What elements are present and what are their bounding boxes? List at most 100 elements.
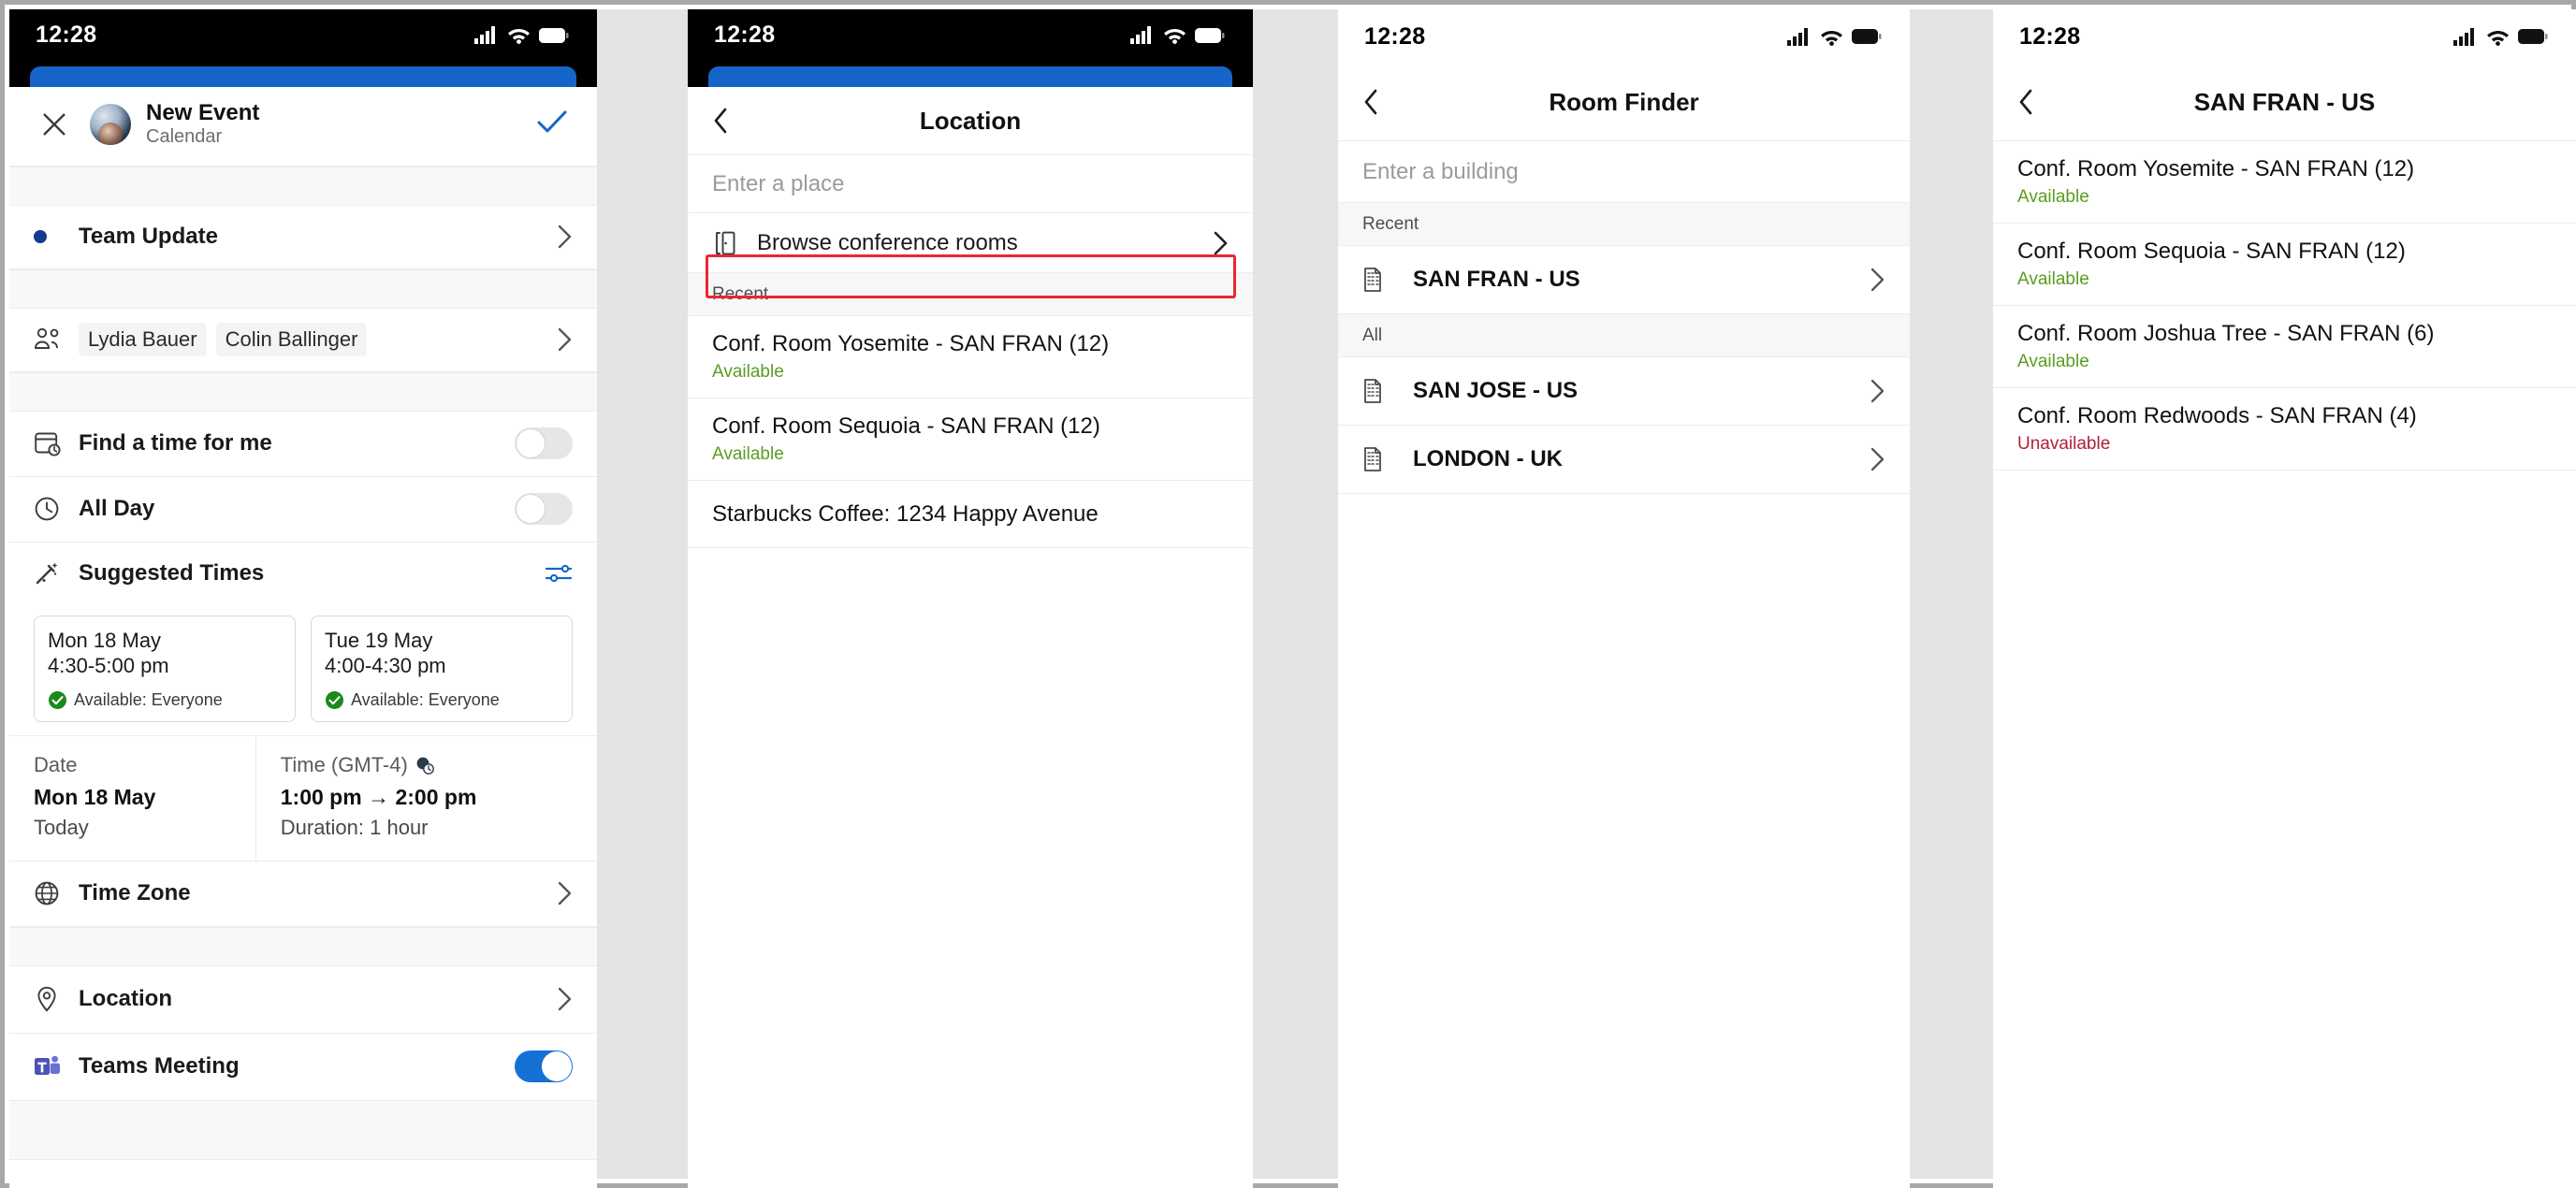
chevron-right-icon[interactable] — [1861, 268, 1885, 292]
panel3-bottom-white — [1338, 494, 1910, 1188]
building-name: SAN FRAN - US — [1413, 267, 1580, 292]
location-pin-icon — [34, 985, 79, 1013]
status-bar-icons — [474, 26, 569, 44]
chevron-right-icon[interactable] — [1861, 447, 1885, 471]
back-button[interactable] — [688, 107, 753, 135]
battery-icon — [539, 27, 569, 43]
time-label-wrap: Time (GMT-4) — [281, 753, 576, 777]
panel2-bottom-white — [688, 548, 1253, 1188]
san-fran-navbar: SAN FRAN - US — [1993, 64, 2576, 141]
time-zone-row[interactable]: Time Zone — [9, 861, 597, 927]
suggested-time-card[interactable]: Mon 18 May 4:30-5:00 pm Available: Every… — [34, 615, 296, 722]
building-search-placeholder: Enter a building — [1362, 158, 1519, 184]
chevron-right-icon[interactable] — [1861, 379, 1885, 403]
battery-icon — [1195, 27, 1225, 43]
checkmark-icon — [537, 110, 567, 133]
panel1-bottom-filler — [9, 1100, 597, 1160]
suggested-time-card[interactable]: Tue 19 May 4:00-4:30 pm Available: Every… — [311, 615, 573, 722]
panel-san-fran-rooms: 12:28 SAN FRAN - US Conf. Room Yosemite … — [1993, 9, 2576, 1188]
page-title: SAN FRAN - US — [2193, 87, 2376, 116]
date-time-section: Date Mon 18 May Today Time (GMT-4) 1:00 … — [9, 734, 597, 862]
conference-room-icon — [712, 230, 757, 256]
page-title: New Event — [146, 100, 260, 125]
status-bar-panel1: 12:28 — [9, 9, 597, 61]
location-row[interactable]: Location — [9, 965, 597, 1034]
chevron-right-icon[interactable] — [548, 327, 573, 352]
all-section-label: All — [1338, 314, 1910, 357]
browse-conference-rooms-row[interactable]: Browse conference rooms — [688, 213, 1253, 273]
panel-new-event: 12:28 New Event Calendar Team Update Lyd… — [9, 9, 597, 1188]
building-row-san-fran[interactable]: SAN FRAN - US — [1338, 246, 1910, 314]
status-bar-clock: 12:28 — [36, 22, 97, 48]
chevron-right-icon[interactable] — [548, 987, 573, 1011]
building-row-san-jose[interactable]: SAN JOSE - US — [1338, 357, 1910, 426]
page-title: Location — [919, 106, 1022, 135]
attendee-list: Lydia Bauer Colin Ballinger — [79, 323, 548, 357]
room-status: Unavailable — [2017, 434, 2111, 454]
chevron-right-icon[interactable] — [1204, 231, 1229, 255]
place-name: Starbucks Coffee: 1234 Happy Avenue — [712, 500, 1099, 527]
building-row-london[interactable]: LONDON - UK — [1338, 426, 1910, 494]
all-day-toggle[interactable] — [515, 493, 573, 526]
calendar-clock-icon — [34, 429, 79, 457]
place-search-input[interactable]: Enter a place — [688, 155, 1253, 213]
panel1-bottom-white — [9, 1159, 597, 1188]
list-item[interactable]: Starbucks Coffee: 1234 Happy Avenue — [688, 481, 1253, 548]
clock-icon — [34, 495, 79, 523]
find-a-time-toggle[interactable] — [515, 427, 573, 460]
cellular-signal-icon — [1787, 27, 1808, 46]
time-value: 1:00 pm → 2:00 pm — [281, 785, 576, 810]
teams-meeting-row[interactable]: Teams Meeting — [9, 1033, 597, 1101]
status-bar-panel3: 12:28 — [1338, 9, 1910, 64]
building-name: SAN JOSE - US — [1413, 378, 1579, 403]
browse-conference-rooms-label: Browse conference rooms — [757, 229, 1018, 255]
chevron-right-icon[interactable] — [548, 225, 573, 249]
panel-gap-3 — [1910, 9, 1993, 1179]
new-event-header-text: New Event Calendar — [146, 100, 259, 149]
back-button[interactable] — [1338, 88, 1404, 116]
attendees-row[interactable]: Lydia Bauer Colin Ballinger — [9, 308, 597, 372]
list-item[interactable]: Conf. Room Sequoia - SAN FRAN (12) Avail… — [688, 398, 1253, 481]
panel4-bottom-white — [1993, 471, 2576, 1188]
all-day-row[interactable]: All Day — [9, 476, 597, 543]
close-button[interactable] — [34, 111, 75, 138]
filter-settings-icon[interactable] — [535, 561, 573, 586]
time-arrow-icon: → — [368, 784, 390, 809]
globe-icon — [34, 879, 79, 907]
list-item[interactable]: Conf. Room Yosemite - SAN FRAN (12) Avai… — [688, 316, 1253, 398]
back-button[interactable] — [1993, 88, 2059, 116]
battery-icon — [1852, 29, 1882, 44]
subject-row[interactable]: Team Update — [9, 205, 597, 269]
room-status: Available — [712, 444, 784, 464]
availability-text: Available: Everyone — [74, 689, 223, 709]
time-column[interactable]: Time (GMT-4) 1:00 pm → 2:00 pm Duration:… — [256, 736, 597, 861]
place-search-placeholder: Enter a place — [712, 170, 845, 196]
room-name: Conf. Room Yosemite - SAN FRAN (12) — [2017, 156, 2415, 181]
panel-gap-2 — [1253, 9, 1338, 1179]
room-status: Available — [712, 362, 784, 382]
room-name: Conf. Room Redwoods - SAN FRAN (4) — [2017, 403, 2417, 428]
chevron-right-icon[interactable] — [548, 881, 573, 905]
wifi-icon — [1164, 29, 1186, 44]
building-name: LONDON - UK — [1413, 446, 1563, 471]
table-row[interactable]: Conf. Room Yosemite - SAN FRAN (12) Avai… — [1993, 141, 2576, 224]
confirm-button[interactable] — [537, 109, 573, 138]
table-row[interactable]: Conf. Room Redwoods - SAN FRAN (4) Unava… — [1993, 388, 2576, 471]
table-row[interactable]: Conf. Room Joshua Tree - SAN FRAN (6) Av… — [1993, 306, 2576, 388]
date-column[interactable]: Date Mon 18 May Today — [9, 735, 256, 861]
attendee-pill[interactable]: Lydia Bauer — [79, 323, 207, 357]
avatar — [90, 103, 131, 145]
find-a-time-row[interactable]: Find a time for me — [9, 411, 597, 477]
table-row[interactable]: Conf. Room Sequoia - SAN FRAN (12) Avail… — [1993, 224, 2576, 306]
teams-meeting-toggle[interactable] — [515, 1050, 573, 1083]
suggested-time-date: Mon 18 May — [48, 628, 162, 652]
cellular-signal-icon — [2453, 27, 2474, 46]
building-search-input[interactable]: Enter a building — [1338, 141, 1910, 203]
teams-meeting-label: Teams Meeting — [79, 1053, 240, 1079]
find-a-time-label: Find a time for me — [79, 430, 272, 456]
availability-text: Available: Everyone — [351, 689, 500, 709]
check-circle-icon — [326, 690, 343, 709]
people-icon — [34, 327, 79, 352]
attendee-pill[interactable]: Colin Ballinger — [215, 323, 368, 357]
duration-text: Duration: 1 hour — [280, 815, 429, 839]
